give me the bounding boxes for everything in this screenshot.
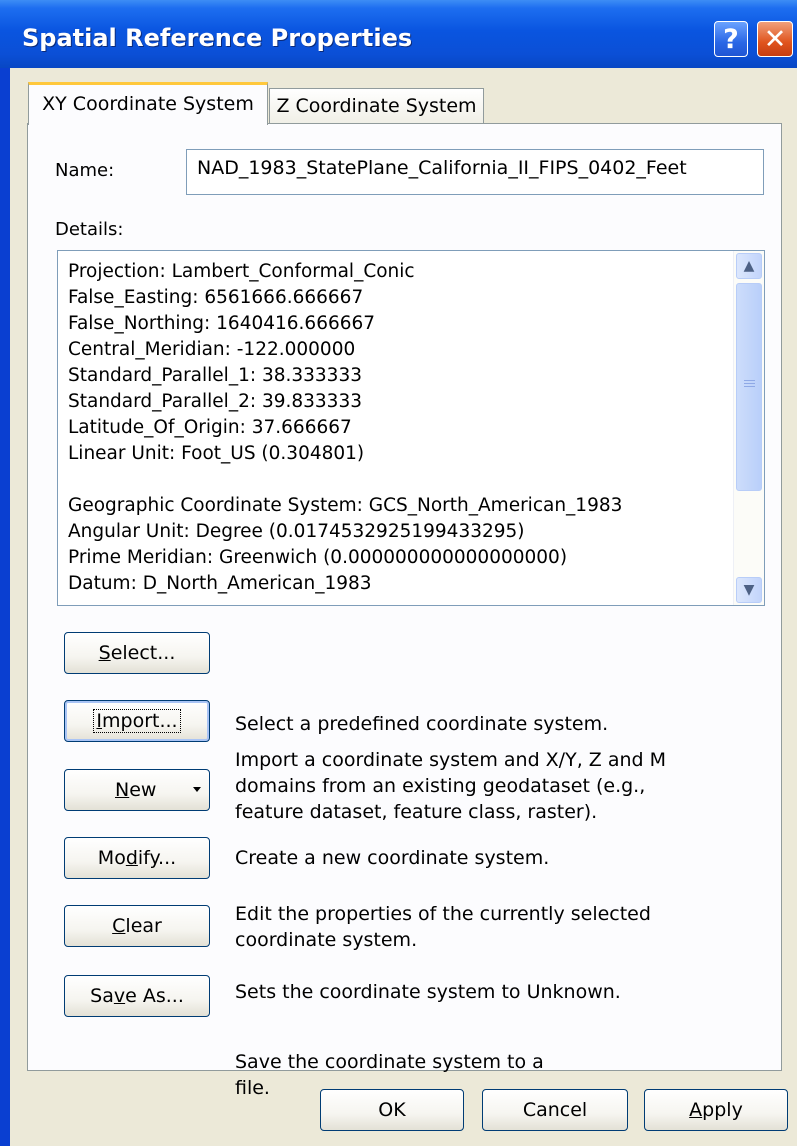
details-label: Details:	[55, 219, 124, 240]
scroll-up-arrow-icon[interactable]: ▲	[736, 253, 762, 279]
detail-line: Latitude_Of_Origin: 37.666667	[68, 417, 352, 438]
modify-description: Edit the properties of the currently sel…	[235, 903, 651, 951]
select-button[interactable]: Select...	[64, 632, 210, 674]
detail-line: Angular Unit: Degree (0.0174532925199433…	[68, 521, 525, 542]
details-scrollbar[interactable]: ▲ ▼	[733, 251, 764, 605]
import-description: Import a coordinate system and X/Y, Z an…	[235, 749, 667, 823]
detail-line: Standard_Parallel_1: 38.333333	[68, 365, 362, 386]
new-dropdown-button[interactable]: New	[64, 769, 210, 811]
details-text: Projection: Lambert_Conformal_Conic Fals…	[68, 259, 622, 597]
detail-line: Datum: D_North_American_1983	[68, 573, 372, 594]
details-textarea[interactable]: Projection: Lambert_Conformal_Conic Fals…	[57, 250, 765, 606]
new-description: Create a new coordinate system.	[235, 847, 550, 869]
import-button[interactable]: Import...	[64, 700, 210, 742]
ok-button[interactable]: OK	[320, 1089, 464, 1131]
detail-line: Standard_Parallel_2: 39.833333	[68, 391, 362, 412]
select-description: Select a predefined coordinate system.	[235, 713, 609, 735]
detail-line: Central_Meridian: -122.000000	[68, 339, 356, 360]
name-label: Name:	[55, 160, 115, 181]
help-button[interactable]: ?	[714, 21, 748, 57]
scroll-down-arrow-icon[interactable]: ▼	[736, 577, 762, 603]
grip-icon	[744, 380, 755, 389]
detail-line: Prime Meridian: Greenwich (0.00000000000…	[68, 547, 568, 568]
cancel-button[interactable]: Cancel	[482, 1089, 628, 1131]
detail-line: Geographic Coordinate System: GCS_North_…	[68, 495, 623, 516]
save-as-button[interactable]: Save As...	[64, 975, 210, 1017]
modify-button[interactable]: Modify...	[64, 837, 210, 879]
scroll-thumb[interactable]	[736, 283, 762, 491]
tab-xy-coordinate-system[interactable]: XY Coordinate System	[28, 82, 268, 125]
apply-button[interactable]: Apply	[644, 1089, 788, 1131]
dropdown-arrow-icon	[193, 787, 201, 792]
dialog-window: Spatial Reference Properties ? ✕ XY Coor…	[0, 0, 797, 1146]
window-title: Spatial Reference Properties	[22, 24, 413, 52]
detail-line	[68, 467, 622, 493]
detail-line: Projection: Lambert_Conformal_Conic	[68, 261, 415, 282]
detail-line: Linear Unit: Foot_US (0.304801)	[68, 443, 365, 464]
close-button[interactable]: ✕	[757, 21, 793, 57]
tab-z-coordinate-system[interactable]: Z Coordinate System	[269, 88, 484, 124]
detail-line: False_Northing: 1640416.666667	[68, 313, 376, 334]
clear-description: Sets the coordinate system to Unknown.	[235, 981, 621, 1003]
dialog-body: XY Coordinate System Z Coordinate System…	[10, 68, 797, 1146]
clear-button[interactable]: Clear	[64, 905, 210, 947]
tab-panel: Name: NAD_1983_StatePlane_California_II_…	[27, 123, 782, 1099]
title-bar[interactable]: Spatial Reference Properties ? ✕	[0, 0, 797, 68]
name-field[interactable]: NAD_1983_StatePlane_California_II_FIPS_0…	[186, 149, 764, 195]
detail-line: False_Easting: 6561666.666667	[68, 287, 364, 308]
